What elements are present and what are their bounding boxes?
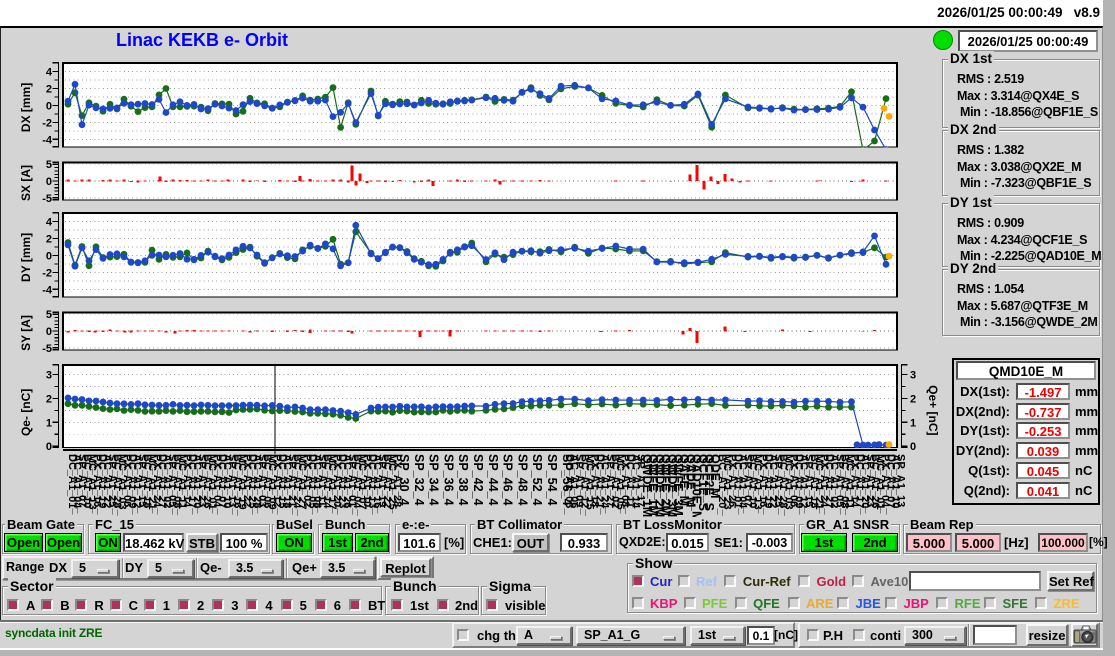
svg-text:Qe- [nC]: Qe- [nC] — [19, 389, 33, 436]
svg-text:SP_36_4: SP_36_4 — [441, 454, 455, 505]
svg-text:2: 2 — [46, 234, 52, 246]
svg-text:0: 0 — [46, 100, 52, 112]
svg-text:0: 0 — [46, 441, 52, 453]
svg-text:SP_34_4: SP_34_4 — [427, 454, 441, 505]
svg-text:-5: -5 — [42, 343, 52, 355]
svg-text:2: 2 — [46, 84, 52, 96]
svg-text:-2: -2 — [42, 117, 52, 129]
svg-text:SP_54_4: SP_54_4 — [545, 454, 559, 505]
svg-text:4: 4 — [46, 67, 53, 79]
svg-text:SP_A1_13: SP_A1_13 — [895, 454, 907, 507]
svg-text:0: 0 — [46, 176, 52, 188]
svg-text:SX [A]: SX [A] — [19, 165, 33, 201]
svg-text:4: 4 — [46, 217, 53, 229]
svg-text:-5: -5 — [42, 193, 52, 205]
svg-text:3: 3 — [910, 370, 916, 382]
svg-text:Qe+ [nC]: Qe+ [nC] — [926, 385, 940, 435]
svg-text:SP_44_4: SP_44_4 — [486, 454, 500, 505]
svg-text:1: 1 — [910, 417, 916, 429]
svg-text:5: 5 — [46, 309, 52, 321]
svg-text:SP_38_4: SP_38_4 — [456, 454, 470, 505]
svg-text:SP_30_4: SP_30_4 — [397, 454, 411, 505]
svg-text:-4: -4 — [42, 134, 53, 146]
svg-text:SP_46_4: SP_46_4 — [501, 454, 515, 505]
svg-text:SP_42_4: SP_42_4 — [471, 454, 485, 505]
svg-text:2: 2 — [46, 393, 52, 405]
svg-text:2: 2 — [910, 393, 916, 405]
svg-text:0: 0 — [46, 250, 52, 262]
svg-text:1: 1 — [46, 417, 52, 429]
svg-text:DX [mm]: DX [mm] — [19, 83, 33, 132]
svg-text:SP_48_4: SP_48_4 — [515, 454, 529, 505]
svg-text:0: 0 — [910, 441, 916, 453]
svg-text:SP_52_4: SP_52_4 — [530, 454, 544, 505]
svg-text:3: 3 — [46, 370, 52, 382]
svg-text:SP_32_4: SP_32_4 — [412, 454, 426, 505]
svg-text:0: 0 — [46, 326, 52, 338]
svg-text:SY [A]: SY [A] — [19, 315, 33, 351]
svg-text:DY [mm]: DY [mm] — [19, 233, 33, 282]
svg-text:5: 5 — [46, 159, 52, 171]
svg-text:-4: -4 — [42, 284, 53, 296]
svg-text:-2: -2 — [42, 267, 52, 279]
